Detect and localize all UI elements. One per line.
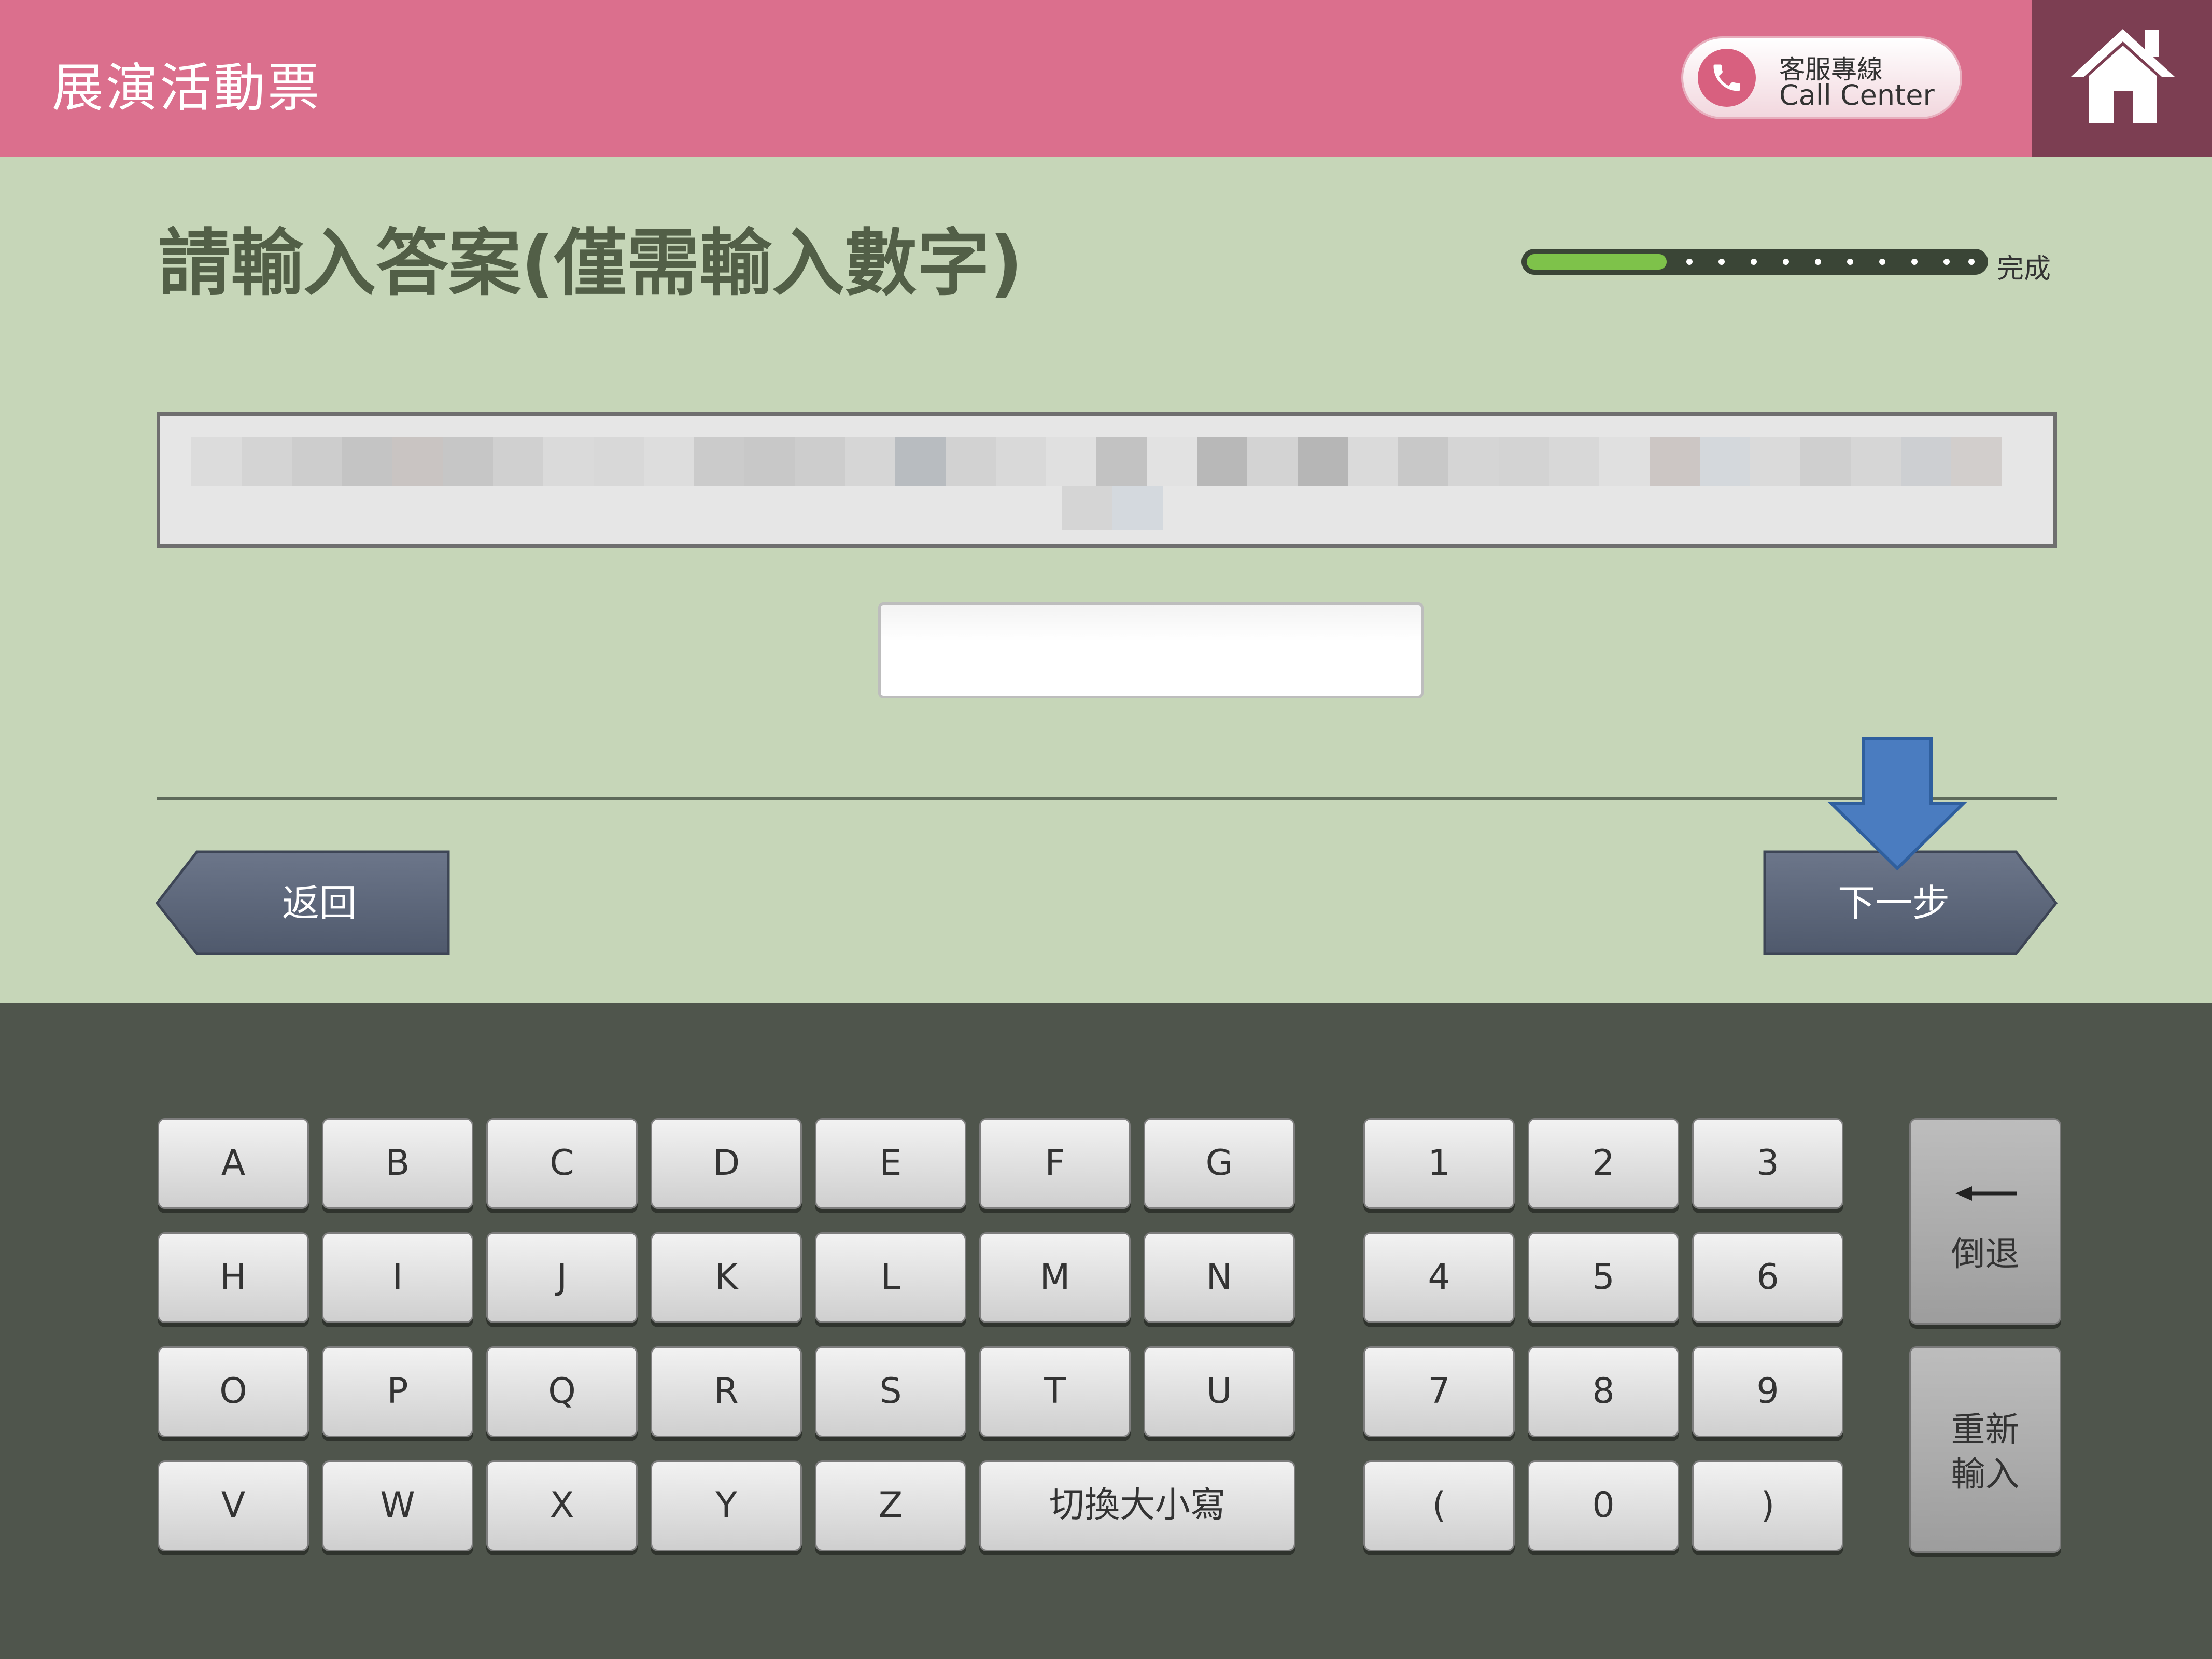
key-7[interactable]: 7 [1363, 1346, 1515, 1437]
progress-dot [1943, 259, 1950, 265]
key-w[interactable]: W [322, 1460, 473, 1551]
key-5[interactable]: 5 [1528, 1232, 1679, 1323]
key-0[interactable]: 0 [1528, 1460, 1679, 1551]
back-button-label: 返回 [281, 881, 357, 925]
key-g[interactable]: G [1144, 1118, 1295, 1209]
key-3[interactable]: 3 [1692, 1118, 1843, 1209]
key-open-paren[interactable]: ( [1363, 1460, 1515, 1551]
reset-key[interactable]: 重新 輸入 [1909, 1346, 2061, 1553]
key-r[interactable]: R [651, 1346, 802, 1437]
key-a[interactable]: A [158, 1118, 309, 1209]
onscreen-keyboard: A B C D E F G H I J K L M N O P Q R S T … [0, 1003, 2212, 1659]
reset-label-line1: 重新 [1951, 1410, 2020, 1450]
key-h[interactable]: H [158, 1232, 309, 1323]
toggle-case-key[interactable]: 切換大小寫 [979, 1460, 1295, 1551]
key-k[interactable]: K [651, 1232, 802, 1323]
key-e[interactable]: E [815, 1118, 966, 1209]
home-icon [2071, 29, 2175, 123]
home-button[interactable] [2032, 0, 2212, 157]
key-p[interactable]: P [322, 1346, 473, 1437]
progress-label: 完成 [1997, 254, 2051, 285]
left-arrow-icon [1955, 1186, 2017, 1201]
divider [157, 797, 2057, 800]
page-title: 請輸入答案(僅需輸入數字) [158, 221, 1023, 306]
key-m[interactable]: M [979, 1232, 1131, 1323]
key-c[interactable]: C [486, 1118, 638, 1209]
back-button[interactable]: 返回 [156, 850, 452, 957]
key-z[interactable]: Z [815, 1460, 966, 1551]
key-b[interactable]: B [322, 1118, 473, 1209]
progress-dot [1686, 259, 1693, 265]
progress-fill [1527, 254, 1667, 270]
key-9[interactable]: 9 [1692, 1346, 1843, 1437]
key-j[interactable]: J [486, 1232, 638, 1323]
key-q[interactable]: Q [486, 1346, 638, 1437]
key-f[interactable]: F [979, 1118, 1131, 1209]
key-l[interactable]: L [815, 1232, 966, 1323]
key-n[interactable]: N [1144, 1232, 1295, 1323]
key-x[interactable]: X [486, 1460, 638, 1551]
key-y[interactable]: Y [651, 1460, 802, 1551]
progress-dot [1911, 259, 1918, 265]
progress-dot [1879, 259, 1885, 265]
key-d[interactable]: D [651, 1118, 802, 1209]
progress-dot [1815, 259, 1821, 265]
answer-input[interactable] [878, 602, 1424, 698]
backspace-label: 倒退 [1951, 1234, 2020, 1274]
progress-dot [1847, 259, 1853, 265]
phone-icon [1698, 49, 1756, 107]
key-o[interactable]: O [158, 1346, 309, 1437]
progress-dot [1718, 259, 1725, 265]
reset-label: 重新 輸入 [1911, 1408, 2060, 1497]
app-title: 展演活動票 [52, 58, 321, 118]
key-s[interactable]: S [815, 1346, 966, 1437]
key-u[interactable]: U [1144, 1346, 1295, 1437]
backspace-key[interactable]: 倒退 [1909, 1118, 2061, 1325]
progress-dot [1783, 259, 1789, 265]
reset-label-line2: 輸入 [1951, 1454, 2020, 1494]
progress-bar [1521, 249, 1988, 275]
key-t[interactable]: T [979, 1346, 1131, 1437]
key-6[interactable]: 6 [1692, 1232, 1843, 1323]
down-arrow-icon [1827, 737, 1967, 871]
call-center-label-en: Call Center [1779, 79, 1935, 111]
key-1[interactable]: 1 [1363, 1118, 1515, 1209]
call-center-button[interactable]: 客服專線 Call Center [1681, 36, 1962, 119]
progress-dot [1751, 259, 1757, 265]
key-2[interactable]: 2 [1528, 1118, 1679, 1209]
blurred-question-line [191, 437, 2002, 486]
key-i[interactable]: I [322, 1232, 473, 1323]
key-v[interactable]: V [158, 1460, 309, 1551]
key-close-paren[interactable]: ) [1692, 1460, 1843, 1551]
key-4[interactable]: 4 [1363, 1232, 1515, 1323]
key-8[interactable]: 8 [1528, 1346, 1679, 1437]
blurred-question-line [1062, 486, 1163, 530]
progress-dot [1968, 259, 1975, 265]
question-box [157, 412, 2057, 548]
header-bar: 展演活動票 客服專線 Call Center [0, 0, 2212, 157]
